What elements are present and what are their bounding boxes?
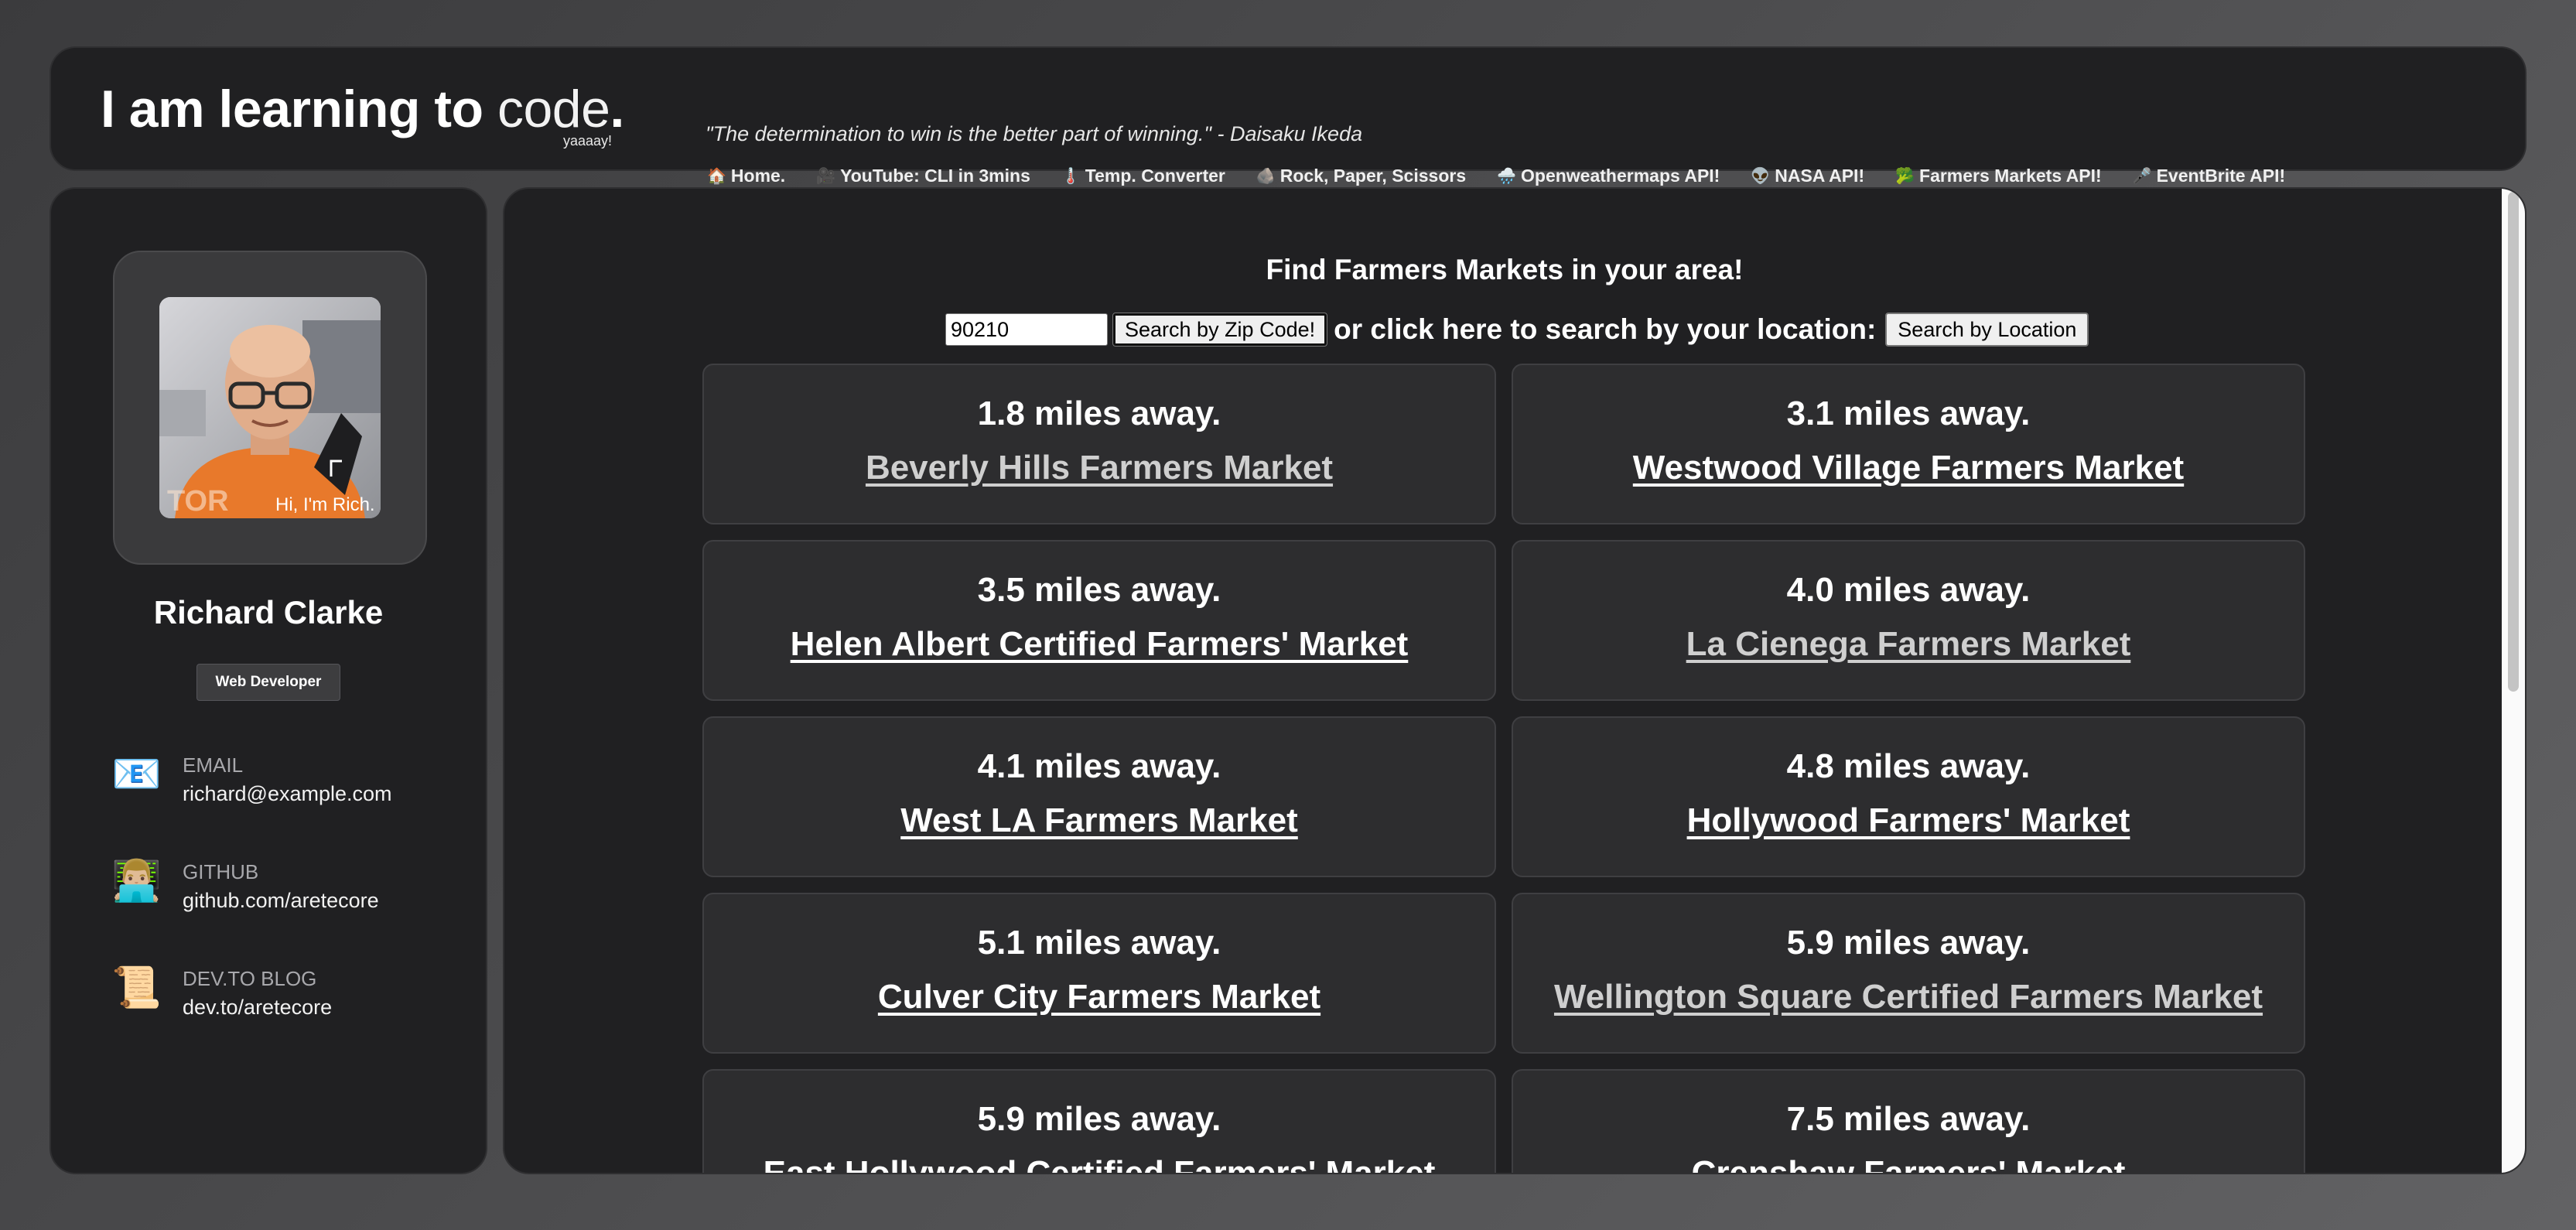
market-distance: 5.9 miles away. [977,1100,1221,1138]
market-card: 5.1 miles away. Culver City Farmers Mark… [702,893,1496,1054]
search-by-zip-button[interactable]: Search by Zip Code! [1112,313,1328,347]
market-card: 4.1 miles away. West LA Farmers Market [702,716,1496,877]
market-link[interactable]: Hollywood Farmers' Market [1687,801,2130,840]
nav-item-label: YouTube: CLI in 3mins [840,166,1030,186]
logo-bold-text: I am learning to [101,80,483,138]
page-title: Find Farmers Markets in your area! [1266,254,1744,285]
market-link[interactable]: La Cienega Farmers Market [1686,625,2131,664]
zip-code-input[interactable] [945,313,1108,346]
profile-name: Richard Clarke [153,594,384,630]
market-card: 3.1 miles away. Westwood Village Farmers… [1512,364,2305,524]
contact-blog[interactable]: 📜 DEV.TO BLOG dev.to/aretecore [111,964,332,1020]
rain-cloud-icon: 🌧️ [1497,168,1517,185]
nav-item-label: Rock, Paper, Scissors [1279,166,1467,186]
location-search-prompt: or click here to search by your location… [1334,313,1877,345]
market-card: 3.5 miles away. Helen Albert Certified F… [702,540,1496,701]
nav-item-nasa[interactable]: 👽 NASA API! [1751,166,1864,186]
microphone-icon: 🎤 [2132,168,2152,185]
market-link[interactable]: Westwood Village Farmers Market [1633,449,2184,487]
nav-item-label: Home. [730,166,786,186]
avatar-frame: Hi, I'm Rich. TOR [113,251,427,565]
avatar: Hi, I'm Rich. TOR [159,297,381,518]
market-distance: 7.5 miles away. [1786,1100,2031,1138]
market-link[interactable]: East Hollywood Certified Farmers' Market [764,1154,1436,1173]
market-distance: 5.1 miles away. [977,924,1221,962]
logo-subtitle: yaaaay! [563,133,613,149]
market-distance: 4.8 miles away. [1786,747,2031,785]
market-distance: 3.1 miles away. [1786,395,2031,432]
video-camera-icon: 🎥 [816,168,836,185]
svg-text:TOR: TOR [167,485,229,518]
market-link[interactable]: West LA Farmers Market [900,801,1298,840]
market-card: 1.8 miles away. Beverly Hills Farmers Ma… [702,364,1496,524]
contact-value[interactable]: richard@example.com [183,782,392,806]
contact-label: EMAIL [183,753,244,777]
nav-item-home[interactable]: 🏠 Home. [707,166,785,186]
market-link[interactable]: Helen Albert Certified Farmers' Market [791,625,1409,664]
contact-value[interactable]: dev.to/aretecore [183,996,332,1020]
nav-item-eventbrite[interactable]: 🎤 EventBrite API! [2133,166,2285,186]
developer-icon: 👨🏼‍💻 [111,859,162,904]
contact-github[interactable]: 👨🏼‍💻 GITHUB github.com/aretecore [111,857,379,913]
nav-item-label: Farmers Markets API! [1919,166,2102,186]
house-icon: 🏠 [707,168,726,185]
nav-item-label: NASA API! [1775,166,1865,186]
header-quote: "The determination to win is the better … [705,122,1363,145]
market-card: 5.9 miles away. Wellington Square Certif… [1512,893,2305,1054]
nav-item-temp-converter[interactable]: 🌡️ Temp. Converter [1061,166,1225,186]
market-link[interactable]: Beverly Hills Farmers Market [866,449,1333,487]
scrollbar[interactable] [2502,189,2525,1173]
contact-label: GITHUB [183,860,259,883]
scroll-icon: 📜 [111,965,162,1010]
avatar-photo: Hi, I'm Rich. TOR [159,297,381,518]
alien-icon: 👽 [1751,168,1771,185]
market-link[interactable]: Crenshaw Farmers' Market [1692,1154,2126,1173]
nav-item-label: Openweathermaps API! [1521,166,1720,186]
scrollbar-thumb[interactable] [2508,192,2519,692]
market-card: 4.0 miles away. La Cienega Farmers Marke… [1512,540,2305,701]
main-panel: Find Farmers Markets in your area! Searc… [503,187,2526,1174]
market-card: 7.5 miles away. Crenshaw Farmers' Market [1512,1069,2305,1173]
profile-sidebar: Hi, I'm Rich. TOR Richard Clarke Web Dev… [50,187,487,1174]
market-distance: 4.0 miles away. [1786,571,2031,609]
market-distance: 1.8 miles away. [977,395,1221,432]
nav-item-openweathermaps[interactable]: 🌧️ Openweathermaps API! [1497,166,1720,186]
search-by-location-button[interactable]: Search by Location [1885,313,2089,347]
main-nav: 🏠 Home. 🎥 YouTube: CLI in 3mins 🌡️ Temp.… [707,166,2285,186]
rock-icon: 🪨 [1256,168,1276,185]
search-row: Search by Zip Code! or click here to sea… [945,313,2089,347]
logo-dot: . [610,80,624,138]
market-distance: 3.5 miles away. [977,571,1221,609]
thermometer-icon: 🌡️ [1061,168,1081,185]
market-distance: 4.1 miles away. [977,747,1221,785]
avatar-caption: Hi, I'm Rich. [275,494,375,515]
market-distance: 5.9 miles away. [1786,924,2031,962]
email-icon: 📧 [111,752,162,797]
market-card: 4.8 miles away. Hollywood Farmers' Marke… [1512,716,2305,877]
role-badge: Web Developer [196,664,340,701]
market-link[interactable]: Wellington Square Certified Farmers Mark… [1554,978,2263,1016]
site-header: I am learning to code. yaaaay! "The dete… [50,46,2526,186]
market-card: 5.9 miles away. East Hollywood Certified… [702,1069,1496,1173]
nav-item-youtube[interactable]: 🎥 YouTube: CLI in 3mins [816,166,1030,186]
nav-item-farmers-markets[interactable]: 🥦 Farmers Markets API! [1895,166,2102,186]
site-logo[interactable]: I am learning to code. [101,79,624,139]
nav-item-label: EventBrite API! [2156,166,2286,186]
contact-label: DEV.TO BLOG [183,967,317,990]
contact-value[interactable]: github.com/aretecore [183,889,379,913]
nav-item-label: Temp. Converter [1085,166,1225,186]
market-results-grid: 1.8 miles away. Beverly Hills Farmers Ma… [702,364,2305,1173]
broccoli-icon: 🥦 [1895,168,1915,185]
market-link[interactable]: Culver City Farmers Market [878,978,1320,1016]
nav-item-rock-paper-scissors[interactable]: 🪨 Rock, Paper, Scissors [1256,166,1466,186]
logo-light-text: code [497,80,610,138]
contact-email[interactable]: 📧 EMAIL richard@example.com [111,750,392,806]
